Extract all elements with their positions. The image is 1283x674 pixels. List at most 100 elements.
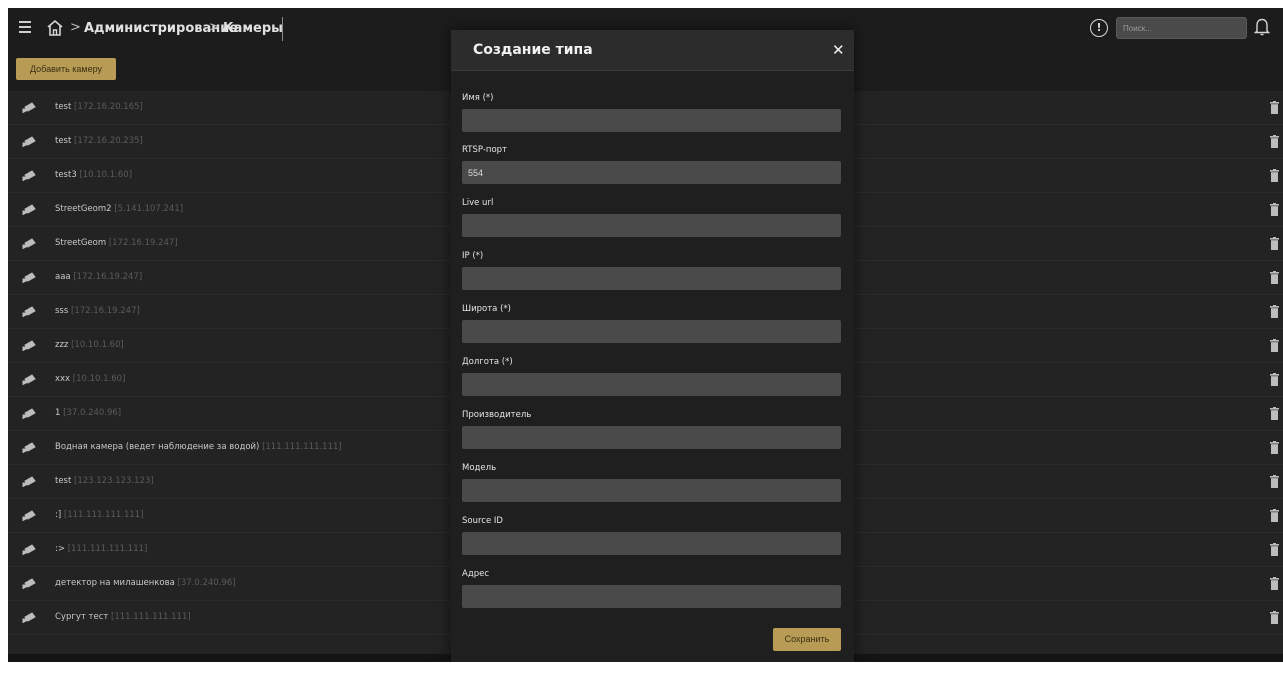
trash-icon[interactable] (1270, 203, 1279, 216)
trash-icon[interactable] (1270, 407, 1279, 420)
trash-icon[interactable] (1270, 577, 1279, 590)
model-field[interactable] (462, 479, 841, 502)
breadcrumb-item-cameras[interactable]: Камеры (223, 21, 283, 36)
breadcrumb-separator: > (209, 20, 220, 35)
camera-icon (22, 306, 36, 317)
rtsp-port-label: RTSP-порт (462, 145, 507, 155)
trash-icon[interactable] (1270, 237, 1279, 250)
address-field[interactable] (462, 585, 841, 608)
camera-icon (22, 272, 36, 283)
camera-ip: [10.10.1.60] (71, 340, 124, 350)
camera-name: test (55, 102, 72, 112)
camera-icon (22, 612, 36, 623)
camera-name: aaa (55, 272, 71, 282)
trash-icon[interactable] (1270, 611, 1279, 624)
search-input[interactable] (1116, 17, 1247, 39)
camera-icon (22, 374, 36, 385)
trash-icon[interactable] (1270, 101, 1279, 114)
camera-icon (22, 476, 36, 487)
modal-title: Создание типа (473, 42, 593, 58)
latitude-label: Широта (*) (462, 304, 511, 314)
camera-ip: [111.111.111.111] (262, 442, 342, 452)
camera-name: test (55, 136, 72, 146)
name-label: Имя (*) (462, 93, 494, 103)
trash-icon[interactable] (1270, 135, 1279, 148)
alert-icon[interactable]: ! (1090, 19, 1108, 37)
ip-field[interactable] (462, 267, 841, 290)
header-divider (282, 17, 283, 41)
camera-name: test (55, 476, 72, 486)
longitude-field[interactable] (462, 373, 841, 396)
menu-icon[interactable] (17, 18, 33, 38)
camera-ip: [10.10.1.60] (79, 170, 133, 180)
camera-ip: [172.16.20.165] (74, 102, 143, 112)
camera-ip: [37.0.240.96] (177, 578, 236, 588)
latitude-field[interactable] (462, 320, 841, 343)
camera-name: xxx (55, 374, 71, 384)
home-icon[interactable] (46, 19, 64, 37)
camera-icon (22, 238, 36, 249)
camera-name: :> (55, 544, 65, 554)
camera-ip: [111.111.111.111] (111, 612, 191, 622)
app-window: > Администрирование > Камеры ! Добавить … (8, 8, 1283, 662)
rtsp-port-field[interactable] (462, 161, 841, 184)
camera-name: :] (55, 510, 62, 520)
bell-icon[interactable] (1254, 17, 1270, 37)
camera-name: 1 (55, 408, 61, 418)
longitude-label: Долгота (*) (462, 357, 513, 367)
address-label: Адрес (462, 569, 489, 579)
modal-header: Создание типа ✕ (451, 30, 854, 71)
trash-icon[interactable] (1270, 543, 1279, 556)
camera-ip: [172.16.19.247] (73, 272, 143, 282)
trash-icon[interactable] (1270, 475, 1279, 488)
camera-icon (22, 204, 36, 215)
camera-icon (22, 578, 36, 589)
trash-icon[interactable] (1270, 305, 1279, 318)
camera-name: Сургут тест (55, 612, 109, 622)
breadcrumb-separator: > (70, 20, 81, 35)
camera-icon (22, 102, 36, 113)
save-button[interactable]: Сохранить (773, 628, 841, 651)
create-type-modal: Создание типа ✕ Имя (*) RTSP-порт Live u… (451, 30, 854, 662)
camera-name: детектор на милашенкова (55, 578, 175, 588)
camera-name: zzz (55, 340, 69, 350)
camera-ip: [123.123.123.123] (74, 476, 154, 486)
camera-icon (22, 170, 36, 181)
camera-ip: [172.16.20.235] (74, 136, 143, 146)
manufacturer-field[interactable] (462, 426, 841, 449)
trash-icon[interactable] (1270, 271, 1279, 284)
trash-icon[interactable] (1270, 441, 1279, 454)
camera-name: StreetGeom (55, 238, 107, 248)
camera-ip: [111.111.111.111] (63, 510, 144, 520)
add-camera-button[interactable]: Добавить камеру (16, 58, 116, 80)
camera-ip: [172.16.19.247] (71, 306, 140, 316)
camera-icon (22, 408, 36, 419)
live-url-label: Live url (462, 198, 494, 208)
trash-icon[interactable] (1270, 509, 1279, 522)
camera-name: Водная камера (ведет наблюдение за водой… (55, 442, 260, 452)
camera-name: sss (55, 306, 69, 316)
camera-ip: [111.111.111.111] (67, 544, 148, 554)
camera-ip: [172.16.19.247] (108, 238, 178, 248)
trash-icon[interactable] (1270, 373, 1279, 386)
camera-icon (22, 510, 36, 521)
model-label: Модель (462, 463, 497, 473)
camera-icon (22, 442, 36, 453)
trash-icon[interactable] (1270, 339, 1279, 352)
trash-icon[interactable] (1270, 169, 1279, 182)
camera-ip: [5.141.107.241] (114, 204, 184, 214)
ip-label: IP (*) (462, 251, 484, 261)
live-url-field[interactable] (462, 214, 841, 237)
source-id-field[interactable] (462, 532, 841, 555)
camera-icon (22, 136, 36, 147)
source-id-label: Source ID (462, 516, 503, 526)
camera-icon (22, 340, 36, 351)
camera-ip: [37.0.240.96] (63, 408, 122, 418)
camera-icon (22, 544, 36, 555)
manufacturer-label: Производитель (462, 410, 532, 420)
camera-name: test3 (55, 170, 77, 180)
camera-name: StreetGeom2 (55, 204, 112, 214)
close-icon[interactable]: ✕ (832, 40, 845, 60)
camera-ip: [10.10.1.60] (72, 374, 126, 384)
name-field[interactable] (462, 109, 841, 132)
